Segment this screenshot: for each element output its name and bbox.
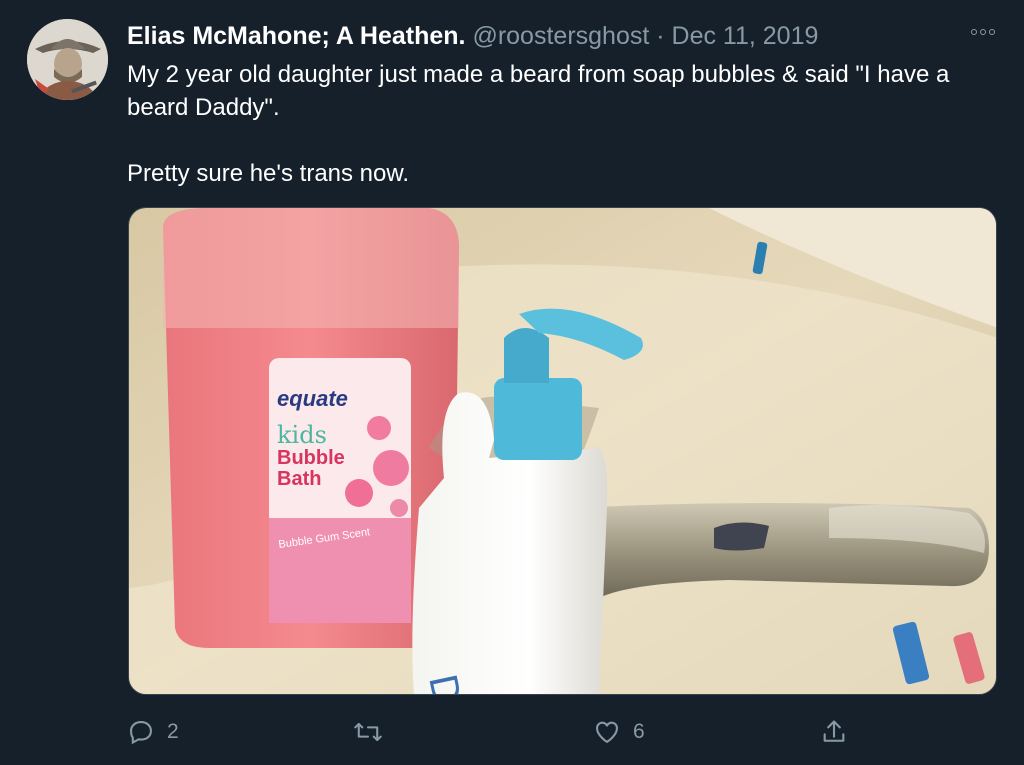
bottle-line1: kids xyxy=(277,421,327,449)
bottle-line3: Bath xyxy=(277,468,321,490)
retweet-button[interactable] xyxy=(353,712,383,752)
tweet-text-line2: Pretty sure he's trans now. xyxy=(127,160,410,187)
reply-count: 2 xyxy=(167,720,179,743)
separator: · xyxy=(656,22,665,50)
author-name[interactable]: Elias McMahone; A Heathen. xyxy=(127,22,466,50)
share-icon xyxy=(820,718,848,746)
reply-button[interactable]: 2 xyxy=(127,712,179,752)
tweet-photo[interactable]: equate kids Bubble Bath Bubble Gum Scent… xyxy=(128,207,997,695)
share-button[interactable] xyxy=(820,712,848,752)
reply-icon xyxy=(127,718,155,746)
avatar[interactable] xyxy=(27,19,108,100)
bottle-brand: equate xyxy=(277,386,348,411)
tweet: Elias McMahone; A Heathen. @roostersghos… xyxy=(0,0,1024,765)
heart-icon xyxy=(593,718,621,746)
tweet-actions: 2 6 xyxy=(127,712,877,752)
tweet-text-line1: My 2 year old daughter just made a beard… xyxy=(127,61,950,121)
author-handle[interactable]: @roostersghost xyxy=(472,22,649,50)
like-count: 6 xyxy=(633,720,645,743)
tweet-header: Elias McMahone; A Heathen. @roostersghos… xyxy=(127,21,964,51)
bottle-line2: Bubble xyxy=(277,447,345,469)
tweet-date[interactable]: Dec 11, 2019 xyxy=(672,22,819,50)
tweet-text: My 2 year old daughter just made a beard… xyxy=(127,58,977,190)
more-icon[interactable] xyxy=(968,22,998,42)
like-button[interactable]: 6 xyxy=(593,712,645,752)
retweet-icon xyxy=(353,718,383,746)
